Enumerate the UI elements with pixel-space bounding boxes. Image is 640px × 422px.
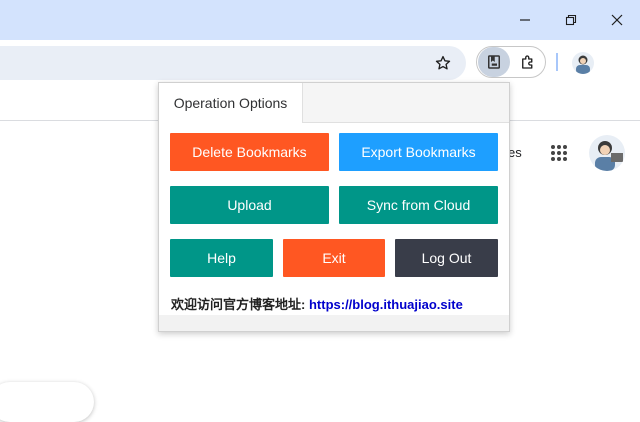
- bookmark-extension-icon: [488, 55, 500, 69]
- extension-popup: Operation Options Delete Bookmarks Expor…: [158, 82, 510, 332]
- restore-icon: [565, 14, 577, 26]
- puzzle-icon: [522, 55, 533, 69]
- avatar: [589, 135, 625, 171]
- exit-button[interactable]: Exit: [283, 239, 385, 277]
- sync-from-cloud-button[interactable]: Sync from Cloud: [339, 186, 498, 224]
- page-bottom-card: [0, 382, 94, 422]
- toolbar-divider: [556, 53, 558, 71]
- delete-bookmarks-button[interactable]: Delete Bookmarks: [170, 133, 329, 171]
- page-text-fragment: es: [508, 145, 522, 160]
- profile-avatar-button[interactable]: [572, 52, 594, 74]
- address-bar[interactable]: [0, 46, 466, 80]
- minimize-icon: [520, 19, 530, 21]
- bookmark-star-button[interactable]: [427, 47, 459, 79]
- export-bookmarks-button[interactable]: Export Bookmarks: [339, 133, 498, 171]
- star-icon: [435, 55, 451, 70]
- popup-scroll-area: [159, 315, 509, 331]
- apps-grid-icon[interactable]: [549, 143, 569, 163]
- blog-label: 欢迎访问官方博客地址:: [171, 297, 306, 312]
- popup-tabbar: Operation Options: [159, 83, 509, 123]
- blog-footer: 欢迎访问官方博客地址: https://blog.ithuajiao.site: [171, 294, 463, 313]
- help-button[interactable]: Help: [170, 239, 273, 277]
- page-profile-avatar[interactable]: [589, 135, 625, 171]
- upload-button[interactable]: Upload: [170, 186, 329, 224]
- restore-button[interactable]: [548, 0, 594, 40]
- tab-operation-options[interactable]: Operation Options: [159, 83, 303, 123]
- minimize-button[interactable]: [502, 0, 548, 40]
- close-icon: [611, 14, 623, 26]
- browser-titlebar: [0, 0, 640, 40]
- close-window-button[interactable]: [594, 0, 640, 40]
- avatar: [572, 52, 594, 74]
- bookmark-extension-button[interactable]: [478, 47, 510, 77]
- log-out-button[interactable]: Log Out: [395, 239, 498, 277]
- extensions-menu-button[interactable]: [513, 47, 543, 77]
- blog-link[interactable]: https://blog.ithuajiao.site: [309, 297, 463, 312]
